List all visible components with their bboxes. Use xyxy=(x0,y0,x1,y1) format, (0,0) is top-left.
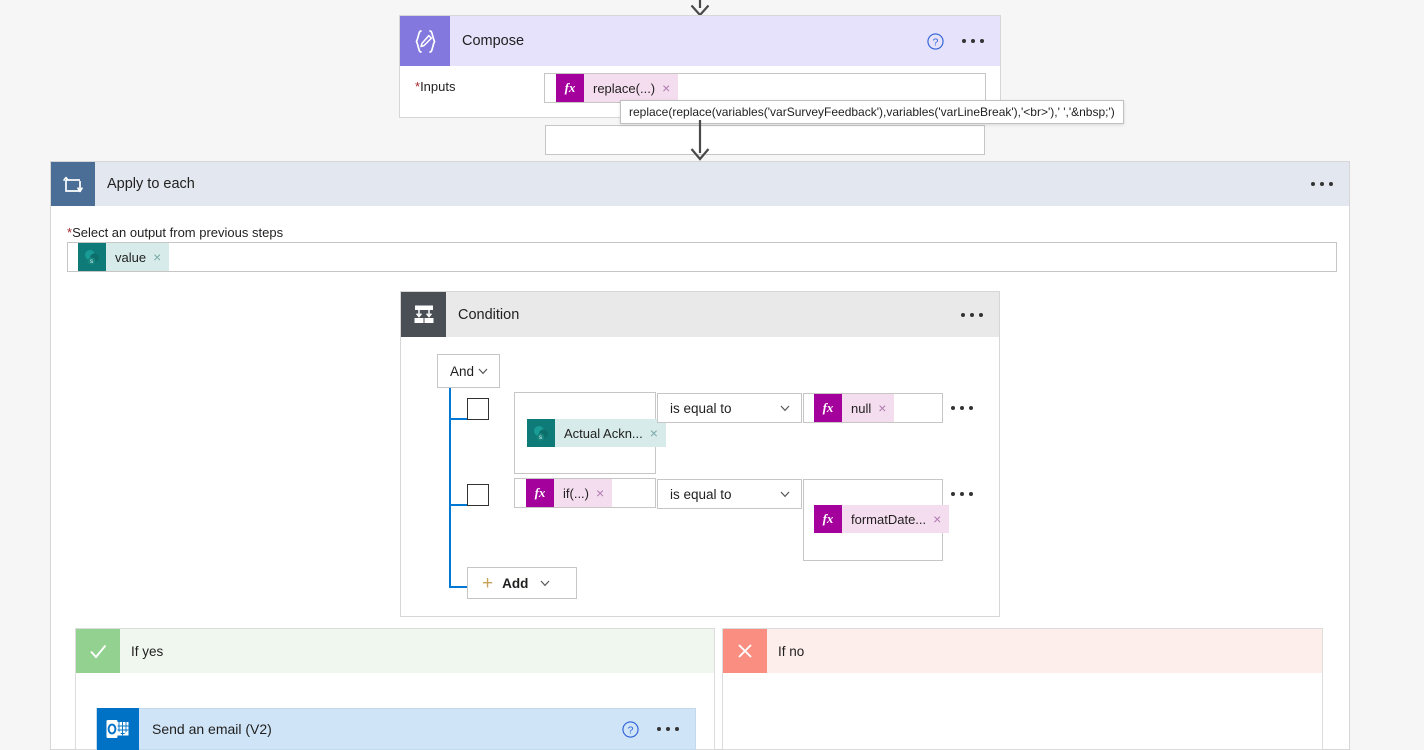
token-label: Actual Ackn... xyxy=(564,425,643,441)
fx-icon: fx xyxy=(526,479,554,507)
svg-text:s: s xyxy=(90,259,93,265)
close-icon[interactable]: × xyxy=(662,81,678,95)
if-no-label: If no xyxy=(778,643,805,659)
operator-value: is equal to xyxy=(670,400,732,416)
svg-text:?: ? xyxy=(933,37,939,48)
send-email-title: Send an email (V2) xyxy=(152,721,272,737)
add-button-label: Add xyxy=(502,575,529,591)
inputs-label: *Inputs xyxy=(415,79,456,94)
sharepoint-icon: s xyxy=(527,419,555,447)
condition-row-2-left-token[interactable]: fx if(...) × xyxy=(526,479,613,507)
plus-icon: + xyxy=(482,572,494,594)
fx-icon: fx xyxy=(556,74,584,102)
svg-text:s: s xyxy=(539,435,542,441)
more-options-icon[interactable] xyxy=(961,312,983,317)
send-email-action-card[interactable]: Send an email (V2) ? xyxy=(96,708,696,750)
condition-connector-row1 xyxy=(449,418,467,420)
close-icon[interactable]: × xyxy=(878,401,894,415)
add-condition-button[interactable]: + Add xyxy=(467,567,577,599)
svg-text:?: ? xyxy=(628,725,634,736)
condition-row-2-right-token[interactable]: fx formatDate... × xyxy=(814,505,950,533)
value-token[interactable]: s value × xyxy=(78,243,170,271)
condition-row-2-operator[interactable]: is equal to xyxy=(657,479,802,509)
apply-to-each-header[interactable]: Apply to each xyxy=(51,162,1349,206)
token-label: if(...) xyxy=(563,485,589,501)
condition-row-1-left-token[interactable]: s Actual Ackn... × xyxy=(527,419,666,447)
help-icon[interactable]: ? xyxy=(622,720,639,738)
if-yes-header: If yes xyxy=(76,629,714,673)
condition-connector-row2 xyxy=(449,504,467,506)
compose-title: Compose xyxy=(462,33,525,49)
chevron-down-icon xyxy=(780,491,790,498)
more-options-icon[interactable] xyxy=(657,727,679,731)
if-yes-label: If yes xyxy=(131,643,164,659)
select-output-label: *Select an output from previous steps xyxy=(67,225,284,240)
inputs-field[interactable] xyxy=(545,125,985,155)
condition-row-2-more-options-icon[interactable] xyxy=(951,492,973,496)
condition-connector-add xyxy=(449,586,469,588)
chevron-down-icon xyxy=(780,405,790,412)
token-label: formatDate... xyxy=(851,511,927,527)
more-options-icon[interactable] xyxy=(962,39,984,43)
checkmark-icon xyxy=(76,629,120,673)
condition-row-1-right-token[interactable]: fx null × xyxy=(814,394,895,422)
logic-operator-value: And xyxy=(450,363,475,379)
connector-arrow-top xyxy=(690,0,710,16)
sharepoint-icon: s xyxy=(78,243,106,271)
chevron-down-icon xyxy=(478,368,488,375)
operator-value: is equal to xyxy=(670,486,732,502)
condition-branch-icon xyxy=(401,292,446,337)
select-output-input[interactable] xyxy=(67,242,1337,272)
logic-operator-dropdown[interactable]: And xyxy=(437,354,500,388)
loop-icon xyxy=(51,162,95,206)
more-options-icon[interactable] xyxy=(1311,182,1333,186)
condition-row-2-checkbox[interactable] xyxy=(467,484,489,506)
compose-header[interactable]: Compose ? xyxy=(400,16,1000,66)
close-icon[interactable]: × xyxy=(933,512,949,526)
condition-row-1-checkbox[interactable] xyxy=(467,398,489,420)
condition-title: Condition xyxy=(458,306,520,323)
compose-inputs-token[interactable]: fx replace(...) × xyxy=(556,74,679,102)
compose-braces-pencil-icon xyxy=(400,16,450,66)
apply-to-each-title: Apply to each xyxy=(107,176,195,192)
token-label: replace(...) xyxy=(593,80,656,96)
condition-row-1-more-options-icon[interactable] xyxy=(951,406,973,410)
if-no-branch[interactable]: If no xyxy=(722,628,1323,750)
if-no-header: If no xyxy=(723,629,1322,673)
chevron-down-icon xyxy=(540,580,550,587)
condition-row-1-operator[interactable]: is equal to xyxy=(657,393,802,423)
fx-icon: fx xyxy=(814,394,842,422)
outlook-icon xyxy=(97,708,139,750)
close-x-icon xyxy=(723,629,767,673)
close-icon[interactable]: × xyxy=(596,486,612,500)
close-icon[interactable]: × xyxy=(650,426,666,440)
connector-arrow-compose-to-loop xyxy=(690,120,710,161)
close-icon[interactable]: × xyxy=(153,250,169,264)
fx-icon: fx xyxy=(814,505,842,533)
token-label: null xyxy=(851,400,872,416)
condition-header[interactable]: Condition xyxy=(401,292,999,337)
token-label: value xyxy=(115,249,147,265)
help-icon[interactable]: ? xyxy=(927,32,944,50)
